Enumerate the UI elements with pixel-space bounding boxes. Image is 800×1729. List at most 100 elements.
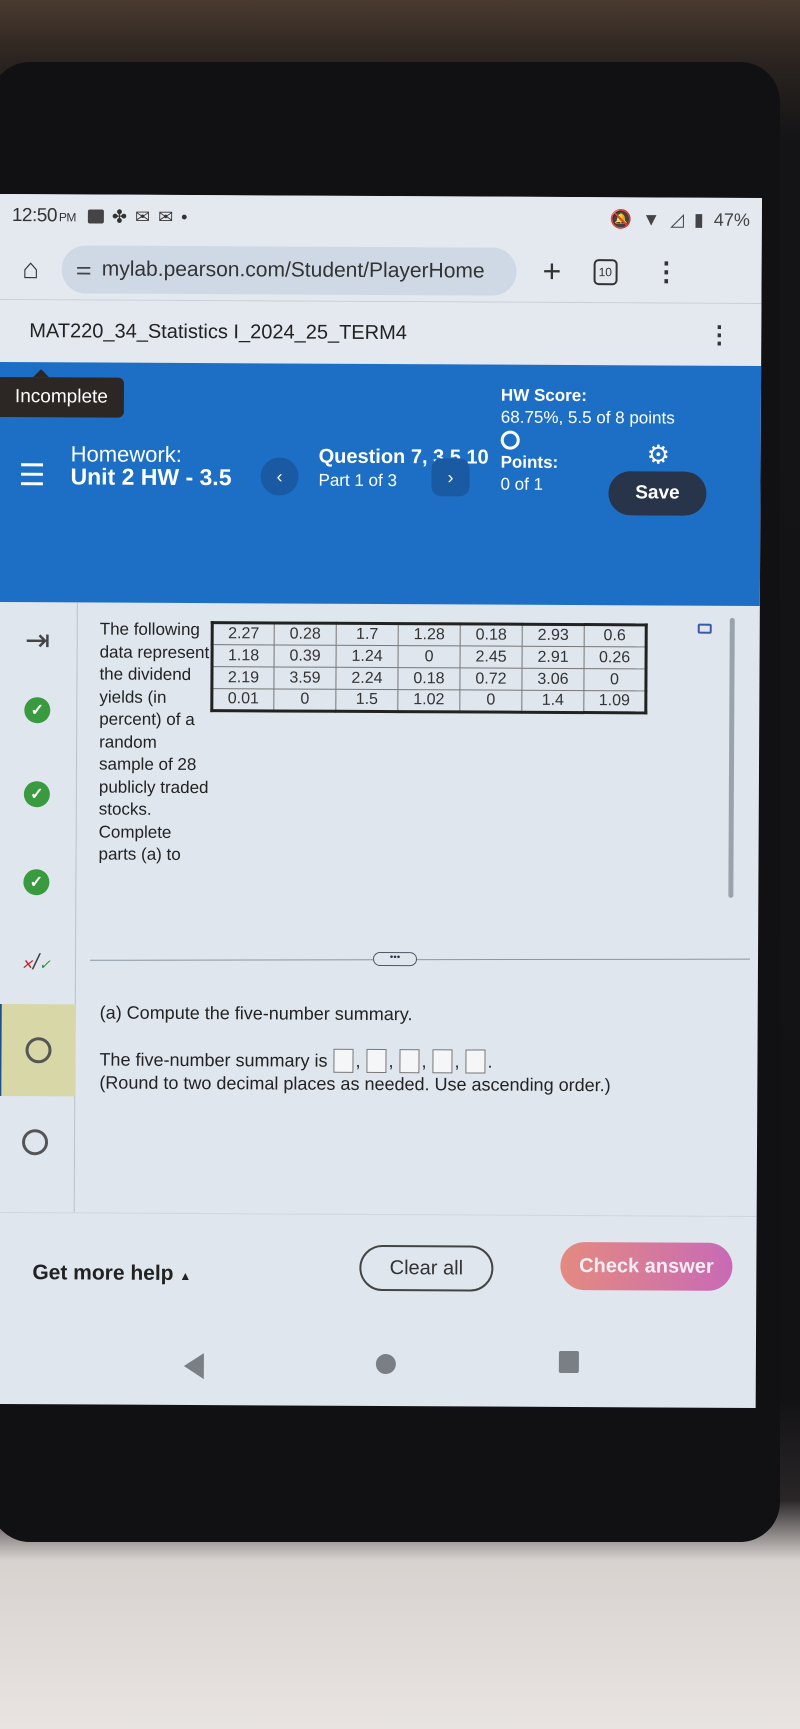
table-cell: 2.93 xyxy=(522,624,585,647)
table-cell: 0 xyxy=(273,688,336,712)
table-cell: 0 xyxy=(398,645,461,668)
collapse-arrow-icon: ⇥ xyxy=(24,623,51,657)
data-table: 2.27 0.28 1.7 1.28 0.18 2.93 0.6 1.18 0.39 1.24 0 2… xyxy=(210,621,648,715)
table-cell: 2.27 xyxy=(212,622,275,645)
wifi-icon: ▼ xyxy=(642,208,661,229)
answer-input-min[interactable] xyxy=(333,1048,354,1073)
expand-handle[interactable]: ••• xyxy=(372,951,418,967)
sidebar-question-item[interactable]: ✓ xyxy=(0,680,77,740)
table-cell: 1.7 xyxy=(336,623,399,646)
answer-input-max[interactable] xyxy=(465,1049,486,1074)
table-cell: 3.59 xyxy=(273,666,337,690)
table-row: 1.18 0.39 1.24 0 2.45 2.91 0.26 xyxy=(212,644,647,669)
course-bar: MAT220_34_Statistics I_2024_25_TERM4 ⋮ xyxy=(0,299,762,366)
previous-question-button[interactable]: ‹ xyxy=(260,457,299,496)
divider xyxy=(89,958,750,961)
url-bar[interactable]: ⚌ mylab.pearson.com/Student/PlayerHome xyxy=(61,244,517,296)
question-intro: The following data represent the dividen… xyxy=(98,619,210,864)
table-cell: 2.45 xyxy=(460,645,523,669)
recent-apps-icon[interactable] xyxy=(558,1350,579,1374)
homework-header: Incomplete ☰ Homework: Unit 2 HW - 3.5 ‹… xyxy=(0,361,762,606)
check-circle-icon: ✓ xyxy=(24,697,51,724)
check-circle-icon: ✓ xyxy=(23,781,50,808)
device-screen: 12:50 PM ✤ ✉ ✉ • 🔕 ▼ ◿ ▮ 47% ⌂ ⚌ mylab.pe… xyxy=(0,194,762,1408)
mail-icon: ✉ xyxy=(134,206,151,227)
answer-prefix: The five-number summary is xyxy=(99,1049,328,1071)
part-a-prompt: (a) Compute the five-number summary. xyxy=(99,1002,413,1025)
table-cell: 0.39 xyxy=(274,644,337,668)
dot-icon: • xyxy=(181,206,188,227)
table-cell: 3.06 xyxy=(521,668,585,691)
table-cell: 0.26 xyxy=(584,646,647,669)
browser-menu-icon[interactable]: ⋮ xyxy=(653,256,679,287)
save-button[interactable]: Save xyxy=(608,471,707,516)
table-cell: 2.19 xyxy=(211,666,275,689)
gear-icon[interactable]: ⚙ xyxy=(647,439,670,470)
sidebar-question-item[interactable]: ✓ xyxy=(0,852,77,912)
check-circle-icon: ✓ xyxy=(23,869,50,896)
tab-switcher-button[interactable]: 10 xyxy=(593,258,618,285)
course-menu-icon[interactable]: ⋮ xyxy=(707,320,731,349)
table-row: 2.19 3.59 2.24 0.18 0.72 3.06 0 xyxy=(211,666,647,691)
next-question-button[interactable]: › xyxy=(431,458,470,497)
home-circle-icon[interactable] xyxy=(375,1353,396,1375)
check-answer-button[interactable]: Check answer xyxy=(560,1241,733,1291)
table-cell: 1.24 xyxy=(336,645,399,668)
url-text: mylab.pearson.com/Student/PlayerHome xyxy=(101,257,485,283)
table-cell: 0.01 xyxy=(211,688,274,711)
table-cell: 1.18 xyxy=(212,644,275,667)
table-cell: 1.02 xyxy=(397,689,460,712)
youtube-icon xyxy=(87,209,104,224)
action-bar: Get more help ▲ Clear all Check answer xyxy=(0,1211,757,1326)
course-title: MAT220_34_Statistics I_2024_25_TERM4 xyxy=(29,319,407,344)
hw-score-label: HW Score: xyxy=(500,385,587,406)
table-cell: 2.91 xyxy=(522,646,585,669)
question-content: The following data represent the dividen… xyxy=(75,602,760,1216)
answer-input-q1[interactable] xyxy=(366,1048,387,1074)
copy-data-icon[interactable] xyxy=(697,623,712,634)
mail-icon: ✉ xyxy=(158,206,174,227)
home-icon[interactable]: ⌂ xyxy=(14,253,48,285)
answer-input-median[interactable] xyxy=(399,1049,420,1074)
sidebar-question-item[interactable] xyxy=(0,1112,75,1172)
chevron-left-icon: ‹ xyxy=(276,465,283,486)
rounding-note: (Round to two decimal places as needed. … xyxy=(99,1072,611,1096)
answer-input-q3[interactable] xyxy=(432,1049,453,1074)
caret-up-icon: ▲ xyxy=(179,1268,192,1284)
sidebar-question-item[interactable]: ✕/✓ xyxy=(0,932,76,992)
incomplete-tooltip: Incomplete xyxy=(0,376,124,418)
answer-line: The five-number summary is , , , , . xyxy=(99,1048,493,1074)
pinwheel-icon: ✤ xyxy=(111,206,128,227)
table-cell: 0 xyxy=(583,668,647,691)
table-cell: 1.28 xyxy=(398,623,461,646)
battery-icon: ▮ xyxy=(693,209,704,230)
back-icon[interactable] xyxy=(183,1352,204,1380)
signal-icon: ◿ xyxy=(670,209,684,230)
question-sidebar: ⇥ ✓ ✓ ✓ ✕/✓ xyxy=(0,601,78,1213)
table-cell: 1.09 xyxy=(583,690,646,713)
points-status-icon xyxy=(500,430,520,450)
new-tab-button[interactable]: + xyxy=(543,253,562,290)
table-row: 0.01 0 1.5 1.02 0 1.4 1.09 xyxy=(211,688,646,713)
table-cell: 1.4 xyxy=(521,690,584,713)
table-cell: 0.6 xyxy=(584,624,647,647)
table-cell: 0.18 xyxy=(460,623,523,647)
table-cell: 2.24 xyxy=(335,667,399,690)
sidebar-collapse-button[interactable]: ⇥ xyxy=(0,610,78,670)
sidebar-question-item[interactable]: ✓ xyxy=(0,764,77,824)
hamburger-menu-icon[interactable]: ☰ xyxy=(18,458,45,493)
android-nav-bar xyxy=(0,1322,756,1408)
clear-all-button[interactable]: Clear all xyxy=(359,1244,494,1292)
scrollbar[interactable] xyxy=(728,617,735,898)
homework-title: Homework: Unit 2 HW - 3.5 xyxy=(70,441,232,491)
get-more-help-button[interactable]: Get more help ▲ xyxy=(32,1261,191,1286)
table-row: 2.27 0.28 1.7 1.28 0.18 2.93 0.6 xyxy=(212,622,647,647)
table-cell: 0 xyxy=(459,689,522,713)
table-cell: 1.5 xyxy=(335,689,398,712)
homework-name: Unit 2 HW - 3.5 xyxy=(70,463,232,491)
site-settings-icon[interactable]: ⚌ xyxy=(76,258,92,279)
sidebar-question-item-current[interactable] xyxy=(0,1003,76,1097)
notification-icons: ✤ ✉ ✉ • xyxy=(87,206,188,228)
hw-score-value: 68.75%, 5.5 of 8 points xyxy=(500,407,675,428)
table-cell: 0.18 xyxy=(397,667,461,690)
